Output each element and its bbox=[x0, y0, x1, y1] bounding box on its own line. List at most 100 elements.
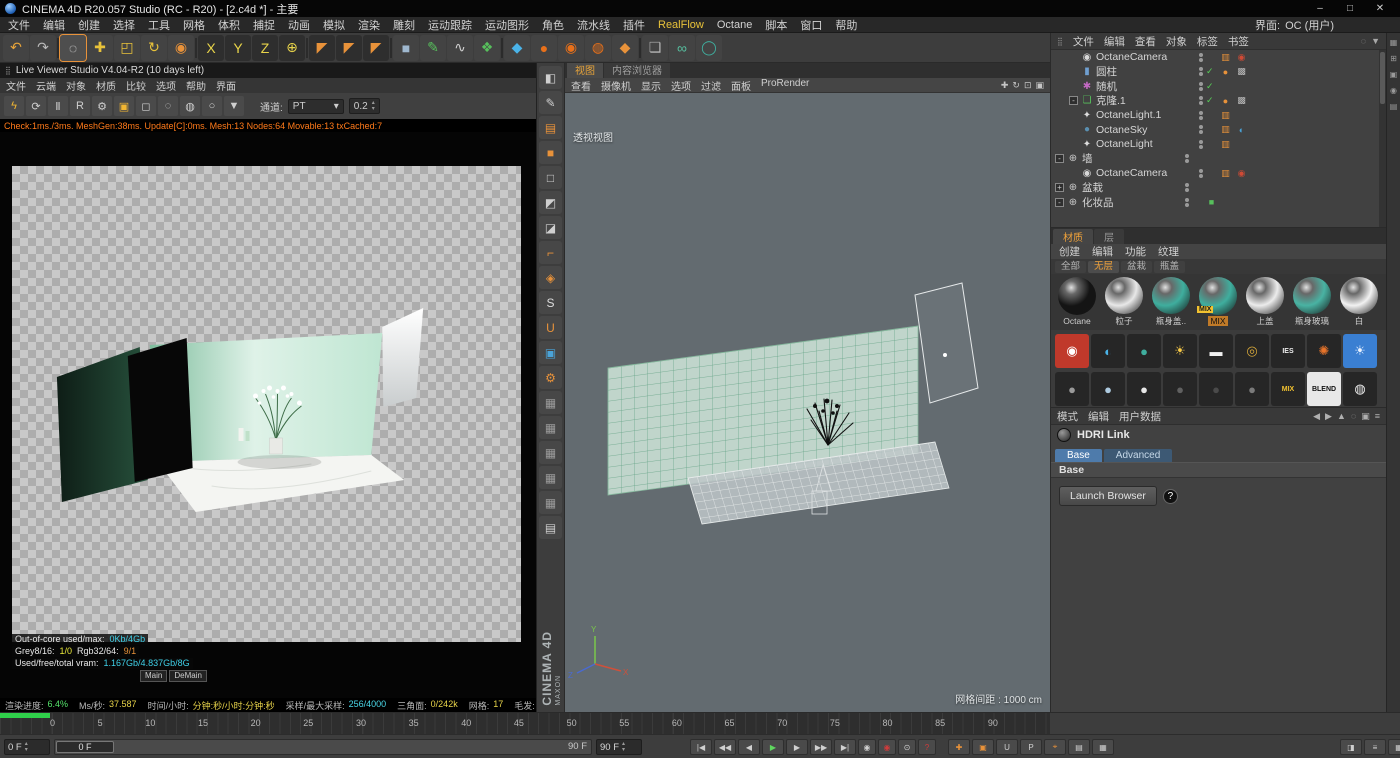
menu-item[interactable]: 帮助 bbox=[186, 78, 206, 93]
object-row[interactable]: - ❏ 克隆.1 ✓ ● ▩ bbox=[1051, 94, 1386, 109]
maximize-button[interactable]: □ bbox=[1335, 0, 1365, 17]
settings-gear-icon[interactable]: ⚙ bbox=[92, 96, 112, 116]
frame-tick[interactable]: 60 bbox=[672, 718, 682, 728]
menu-item[interactable]: 运动跟踪 bbox=[428, 17, 472, 33]
channel-select[interactable]: PT ▾ bbox=[288, 99, 344, 114]
connect-button[interactable]: ◯ bbox=[696, 35, 722, 61]
expand-toggle[interactable] bbox=[1069, 125, 1078, 134]
menu-item[interactable]: RealFlow bbox=[658, 19, 704, 31]
snap-icon[interactable]: ◈ bbox=[539, 266, 562, 289]
object-label[interactable]: OctaneCamera bbox=[1096, 167, 1196, 179]
menu-item[interactable]: 查看 bbox=[571, 78, 591, 93]
live-viewer-titlebar[interactable]: ⣿ Live Viewer Studio V4.04-R2 (10 days l… bbox=[0, 63, 536, 78]
frame-tick[interactable]: 25 bbox=[303, 718, 313, 728]
menu-item[interactable]: 对象 bbox=[1166, 34, 1187, 49]
object-tag[interactable]: ▥ bbox=[1219, 52, 1232, 63]
expand-toggle[interactable]: - bbox=[1055, 198, 1064, 207]
specular-material-node[interactable]: ● bbox=[1127, 372, 1161, 406]
menu-item[interactable]: 脚本 bbox=[765, 17, 787, 33]
keyframe-selection-button[interactable]: ⊙ bbox=[898, 739, 916, 755]
visibility-dots[interactable] bbox=[1185, 183, 1189, 192]
object-row[interactable]: ◉ OctaneCamera ▥ ◉ bbox=[1051, 50, 1386, 65]
expand-toggle[interactable] bbox=[1069, 82, 1078, 91]
frame-tick[interactable]: 80 bbox=[883, 718, 893, 728]
minimize-button[interactable]: – bbox=[1305, 0, 1335, 17]
object-tag[interactable]: ◉ bbox=[1235, 168, 1248, 179]
render-view-button[interactable]: ◤ bbox=[309, 35, 335, 61]
workplane-toggle-icon[interactable]: ✚ bbox=[948, 739, 970, 755]
expand-toggle[interactable]: - bbox=[1069, 96, 1078, 105]
object-row[interactable]: ✦ OctaneLight ▥ bbox=[1051, 137, 1386, 152]
frame-tick[interactable]: 45 bbox=[514, 718, 524, 728]
universal-material-node[interactable]: ● bbox=[1235, 372, 1269, 406]
attribute-tab[interactable]: Advanced bbox=[1104, 449, 1172, 462]
menu-item[interactable]: 选项 bbox=[671, 78, 691, 93]
pin-icon[interactable]: ▼ bbox=[224, 96, 244, 116]
scrollbar[interactable] bbox=[1379, 50, 1386, 227]
target-toggle-icon[interactable]: ⌖ bbox=[1044, 739, 1066, 755]
record-keyframe-button[interactable]: ◉ bbox=[858, 739, 876, 755]
menu-item[interactable]: 编辑 bbox=[1092, 244, 1113, 259]
object-tag[interactable]: ◐ bbox=[1235, 125, 1248, 135]
menu-item[interactable]: 文件 bbox=[6, 78, 26, 93]
material-item[interactable]: 上盖 bbox=[1243, 277, 1287, 327]
material-item[interactable]: 白 bbox=[1337, 277, 1381, 327]
scale-tool[interactable]: ◰ bbox=[114, 35, 140, 61]
menu-item[interactable]: 帮助 bbox=[835, 17, 857, 33]
texture-environment-node[interactable]: ● bbox=[1127, 334, 1161, 368]
points-mode-icon[interactable]: □ bbox=[539, 166, 562, 189]
frame-tick[interactable]: 0 bbox=[50, 718, 55, 728]
menu-item[interactable]: 编辑 bbox=[1088, 409, 1109, 424]
visibility-dots[interactable] bbox=[1199, 169, 1203, 178]
expand-toggle[interactable]: - bbox=[1055, 154, 1064, 163]
frame-tick[interactable]: 20 bbox=[251, 718, 261, 728]
object-tag[interactable]: ■ bbox=[1205, 197, 1218, 207]
object-tag[interactable]: ▩ bbox=[1235, 95, 1248, 106]
material-item[interactable]: Octane bbox=[1055, 277, 1099, 327]
frame-slider[interactable]: 0 F 90 F bbox=[54, 739, 592, 755]
glossy-material-node[interactable]: ● bbox=[1091, 372, 1125, 406]
frame-tick[interactable]: 90 bbox=[988, 718, 998, 728]
range-end-field[interactable]: 90 F ▴▾ bbox=[596, 739, 642, 755]
move-tool[interactable]: ✚ bbox=[87, 35, 113, 61]
object-row[interactable]: - ⊕ 化妆品 ■ bbox=[1051, 195, 1386, 210]
texture-paint-icon[interactable]: ✎ bbox=[539, 91, 562, 114]
coord-system-button[interactable]: ⊕ bbox=[279, 35, 305, 61]
render-settings-button[interactable]: ◤ bbox=[363, 35, 389, 61]
prev-key-button[interactable]: ◀◀ bbox=[714, 739, 736, 755]
render-region-icon[interactable]: ◻ bbox=[136, 96, 156, 116]
quantize-toggle-icon[interactable]: P bbox=[1020, 739, 1042, 755]
octane-materials-button[interactable]: ◍ bbox=[585, 35, 611, 61]
team-render-button[interactable]: ❏ bbox=[642, 35, 668, 61]
refresh-icon[interactable]: ⟳ bbox=[26, 96, 46, 116]
viewport-tab[interactable]: 内容浏览器 bbox=[604, 63, 670, 78]
expand-toggle[interactable] bbox=[1069, 67, 1078, 76]
maximize-view-icon[interactable]: ▣ bbox=[1035, 80, 1044, 91]
current-frame-marker[interactable] bbox=[0, 713, 50, 718]
history-back-icon[interactable]: ◀ bbox=[1313, 411, 1320, 422]
object-tag[interactable]: ● bbox=[1219, 96, 1232, 106]
object-tag[interactable]: ▥ bbox=[1219, 124, 1232, 135]
object-tag[interactable]: ▥ bbox=[1219, 110, 1232, 121]
filter-chip[interactable]: 全部 bbox=[1055, 261, 1086, 273]
object-label[interactable]: 盆栽 bbox=[1082, 180, 1182, 195]
grid-array-icon-2[interactable]: ▦ bbox=[539, 416, 562, 439]
buffer-tab[interactable]: DeMain bbox=[169, 670, 207, 682]
object-label[interactable]: OctaneLight bbox=[1096, 138, 1196, 150]
autokey-button[interactable]: ◉ bbox=[878, 739, 896, 755]
menu-item[interactable]: 网格 bbox=[183, 17, 205, 33]
parent-object-icon[interactable]: ▲ bbox=[1337, 411, 1346, 422]
make-editable-icon[interactable]: ◧ bbox=[539, 66, 562, 89]
visibility-dots[interactable] bbox=[1199, 140, 1203, 149]
mixer-icon[interactable]: ≡ bbox=[1364, 739, 1386, 755]
object-tag[interactable]: ● bbox=[1219, 67, 1232, 77]
undo-icon[interactable]: ↶ bbox=[3, 35, 29, 61]
axis-lock-icon[interactable]: ▣ bbox=[539, 341, 562, 364]
frame-slider-thumb[interactable]: 0 F bbox=[56, 741, 114, 753]
grid-array-icon-1[interactable]: ▦ bbox=[539, 391, 562, 414]
expand-toggle[interactable] bbox=[1069, 111, 1078, 120]
menu-item[interactable]: 窗口 bbox=[800, 17, 822, 33]
play-button[interactable]: ▶ bbox=[762, 739, 784, 755]
render-picture-viewer-button[interactable]: ◤ bbox=[336, 35, 362, 61]
octane-live-viewer-button[interactable]: ● bbox=[531, 35, 557, 61]
